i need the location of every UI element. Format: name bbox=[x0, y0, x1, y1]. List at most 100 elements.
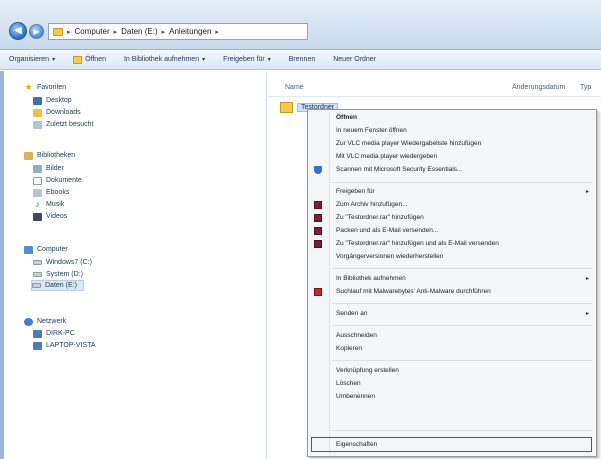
security-essentials-icon bbox=[314, 166, 322, 174]
menu-label: Verknüpfung erstellen bbox=[336, 367, 399, 374]
computer-icon bbox=[24, 245, 33, 254]
malwarebytes-icon bbox=[314, 288, 322, 296]
chevron-down-icon: ▾ bbox=[202, 57, 206, 63]
nav-documents[interactable]: Dokumente bbox=[33, 175, 82, 186]
star-icon: ★ bbox=[24, 82, 33, 92]
menu-label: Kopieren bbox=[336, 345, 363, 352]
nav-pictures[interactable]: Bilder bbox=[33, 163, 64, 174]
menu-item-previous-versions[interactable]: Vorgängerversionen wiederherstellen bbox=[308, 251, 596, 263]
nav-pc-laptop[interactable]: LAPTOP-VISTA bbox=[33, 340, 96, 351]
nav-recent[interactable]: Zuletzt besucht bbox=[33, 119, 93, 130]
nav-downloads[interactable]: Downloads bbox=[33, 107, 81, 118]
menu-label: Packen und als E-Mail versenden... bbox=[336, 227, 439, 234]
add-to-library-label: In Bibliothek aufnehmen bbox=[123, 56, 200, 63]
nav-drive-c-label: Windows7 (C:) bbox=[46, 259, 92, 266]
nav-libraries[interactable]: Bibliotheken bbox=[24, 150, 75, 161]
column-header-name[interactable]: Name bbox=[285, 84, 304, 91]
back-button[interactable]: ◀ bbox=[9, 22, 27, 40]
nav-videos[interactable]: Videos bbox=[33, 211, 67, 222]
nav-drive-d[interactable]: System (D:) bbox=[33, 269, 83, 280]
breadcrumb-daten[interactable]: Daten (E:) bbox=[121, 27, 157, 36]
new-folder-button[interactable]: Neuer Ordner bbox=[324, 56, 385, 63]
column-header-date[interactable]: Änderungsdatum bbox=[512, 84, 565, 91]
nav-documents-label: Dokumente bbox=[46, 177, 82, 184]
menu-item-share[interactable]: Freigeben für ▸ bbox=[308, 186, 596, 198]
menu-separator bbox=[332, 360, 592, 361]
nav-music[interactable]: ♪ Musik bbox=[33, 199, 64, 210]
menu-item-add-rar[interactable]: Zu "Testordner.rar" hinzufügen bbox=[308, 212, 596, 224]
menu-item-malwarebytes[interactable]: Suchlauf mit Malwarebytes' Anti-Malware … bbox=[308, 286, 596, 298]
menu-item-vlc-add[interactable]: Zur VLC media player Wiedergabeliste hin… bbox=[308, 138, 596, 150]
nav-pc-dirk[interactable]: DIRK-PC bbox=[33, 328, 75, 339]
menu-label: Zu "Testordner.rar" hinzufügen bbox=[336, 214, 424, 221]
menu-item-send-to[interactable]: Senden an ▸ bbox=[308, 308, 596, 320]
menu-item-vlc-play[interactable]: Mit VLC media player wiedergeben bbox=[308, 151, 596, 163]
address-bar[interactable]: ▸ Computer ▸ Daten (E:) ▸ Anleitungen ▸ bbox=[48, 23, 308, 40]
organize-button[interactable]: Organisieren ▾ bbox=[0, 56, 64, 63]
menu-item-cut[interactable]: Ausschneiden bbox=[308, 330, 596, 342]
nav-drive-c[interactable]: Windows7 (C:) bbox=[33, 257, 92, 268]
menu-item-pack-mail[interactable]: Packen und als E-Mail versenden... bbox=[308, 225, 596, 237]
chevron-right-icon: ▸ bbox=[161, 28, 166, 36]
forward-button[interactable]: ▶ bbox=[29, 24, 44, 39]
breadcrumb-anleitungen[interactable]: Anleitungen bbox=[169, 27, 211, 36]
menu-label: Scannen mit Microsoft Security Essential… bbox=[336, 166, 463, 173]
add-to-library-button[interactable]: In Bibliothek aufnehmen ▾ bbox=[115, 56, 214, 63]
menu-item-scan-mse[interactable]: Scannen mit Microsoft Security Essential… bbox=[308, 164, 596, 176]
menu-item-add-archive[interactable]: Zum Archiv hinzufügen... bbox=[308, 199, 596, 211]
open-button[interactable]: Öffnen bbox=[64, 55, 115, 64]
drive-icon bbox=[33, 272, 42, 277]
nav-drive-e[interactable]: Daten (E:) bbox=[31, 280, 84, 291]
breadcrumb-computer[interactable]: Computer bbox=[75, 27, 110, 36]
menu-item-copy[interactable]: Kopieren bbox=[308, 343, 596, 355]
menu-label: Löschen bbox=[336, 380, 361, 387]
downloads-icon bbox=[33, 108, 42, 117]
share-button[interactable]: Freigeben für ▾ bbox=[214, 56, 280, 63]
folder-icon bbox=[53, 27, 63, 36]
menu-item-rename[interactable]: Umbenennen bbox=[308, 391, 596, 403]
nav-computer-label: Computer bbox=[37, 246, 68, 253]
menu-label: In Bibliothek aufnehmen bbox=[336, 275, 406, 282]
nav-network-label: Netzwerk bbox=[37, 318, 67, 325]
menu-separator bbox=[332, 325, 592, 326]
nav-pc-dirk-label: DIRK-PC bbox=[46, 330, 75, 337]
recent-places-icon bbox=[33, 120, 42, 129]
menu-label: Umbenennen bbox=[336, 393, 376, 400]
nav-network[interactable]: Netzwerk bbox=[24, 316, 66, 327]
menu-item-open-new-window[interactable]: In neuem Fenster öffnen bbox=[308, 125, 596, 137]
drive-icon bbox=[32, 283, 41, 288]
music-icon: ♪ bbox=[35, 199, 40, 209]
submenu-arrow-icon: ▸ bbox=[585, 311, 589, 317]
menu-item-delete[interactable]: Löschen bbox=[308, 378, 596, 390]
drive-icon bbox=[33, 260, 42, 265]
nav-computer[interactable]: Computer bbox=[24, 244, 68, 255]
network-icon bbox=[24, 317, 33, 326]
network-computer-icon bbox=[33, 341, 42, 350]
chevron-down-icon: ▾ bbox=[52, 57, 56, 63]
nav-ebooks[interactable]: Ebooks bbox=[33, 187, 69, 198]
column-header-type[interactable]: Typ bbox=[580, 84, 591, 91]
folder-icon bbox=[280, 102, 293, 113]
winrar-icon bbox=[314, 227, 322, 235]
menu-item-add-library[interactable]: In Bibliothek aufnehmen ▸ bbox=[308, 273, 596, 285]
menu-item-create-shortcut[interactable]: Verknüpfung erstellen bbox=[308, 365, 596, 377]
chevron-right-icon: ▸ bbox=[113, 28, 118, 36]
title-bar: ◀ ▶ ▸ Computer ▸ Daten (E:) ▸ Anleitunge… bbox=[0, 0, 601, 50]
column-header-divider bbox=[268, 96, 601, 97]
nav-favorites[interactable]: ★ Favoriten bbox=[24, 82, 66, 93]
menu-item-rar-mail[interactable]: Zu "Testordner.rar" hinzufügen und als E… bbox=[308, 238, 596, 250]
burn-button[interactable]: Brennen bbox=[280, 56, 324, 63]
library-icon bbox=[24, 151, 33, 160]
share-label: Freigeben für bbox=[223, 56, 265, 63]
nav-pc-laptop-label: LAPTOP-VISTA bbox=[46, 342, 96, 349]
menu-item-open[interactable]: Öffnen bbox=[308, 112, 596, 124]
nav-desktop[interactable]: Desktop bbox=[33, 95, 72, 106]
network-computer-icon bbox=[33, 329, 42, 338]
nav-recent-label: Zuletzt besucht bbox=[46, 121, 94, 128]
command-bar: Organisieren ▾ Öffnen In Bibliothek aufn… bbox=[0, 50, 601, 70]
burn-label: Brennen bbox=[288, 56, 316, 63]
menu-label: Suchlauf mit Malwarebytes' Anti-Malware … bbox=[336, 288, 491, 295]
chevron-down-icon: ▾ bbox=[267, 57, 271, 63]
submenu-arrow-icon: ▸ bbox=[585, 189, 589, 195]
nav-drive-d-label: System (D:) bbox=[46, 271, 83, 278]
